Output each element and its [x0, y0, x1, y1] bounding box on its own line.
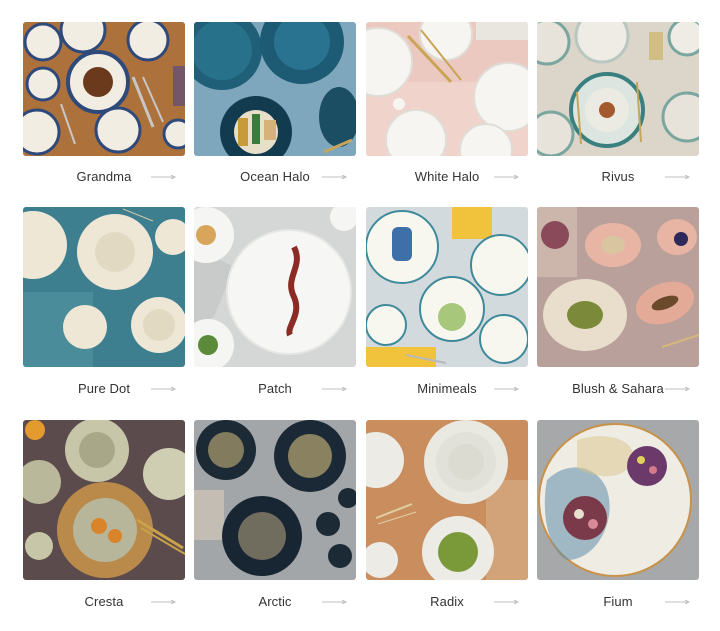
collection-card-pure-dot[interactable]: Pure Dot [23, 207, 185, 397]
collection-image-grandma[interactable] [23, 22, 185, 156]
collection-caption: Patch [194, 378, 356, 398]
collection-caption: Blush & Sahara [537, 378, 699, 398]
collection-card-rivus[interactable]: Rivus [537, 22, 699, 212]
collection-image-radix[interactable] [366, 420, 528, 580]
collection-caption: Minimeals [366, 378, 528, 398]
collection-card-cresta[interactable]: Cresta [23, 420, 185, 610]
collection-image-cresta[interactable] [23, 420, 185, 580]
collection-image-ocean-halo[interactable] [194, 22, 356, 156]
collection-caption: Rivus [537, 166, 699, 186]
arrow-right-icon [322, 600, 348, 604]
collection-image-white-halo[interactable] [366, 22, 528, 156]
collection-caption: White Halo [366, 166, 528, 186]
collection-card-arctic[interactable]: Arctic [194, 420, 356, 610]
collection-caption: Cresta [23, 591, 185, 611]
arrow-right-icon [665, 387, 691, 391]
collection-caption: Arctic [194, 591, 356, 611]
collection-caption: Ocean Halo [194, 166, 356, 186]
arrow-right-icon [494, 175, 520, 179]
collection-image-arctic[interactable] [194, 420, 356, 580]
arrow-right-icon [665, 175, 691, 179]
collection-image-minimeals[interactable] [366, 207, 528, 367]
collection-image-pure-dot[interactable] [23, 207, 185, 367]
collection-image-blush-sahara[interactable] [537, 207, 699, 367]
collection-caption: Pure Dot [23, 378, 185, 398]
collection-image-fium[interactable] [537, 420, 699, 580]
collection-card-radix[interactable]: Radix [366, 420, 528, 610]
arrow-right-icon [151, 387, 177, 391]
arrow-right-icon [322, 175, 348, 179]
arrow-right-icon [151, 600, 177, 604]
collection-grid: Grandma Ocean Halo White Halo Rivus Pure… [0, 0, 720, 631]
arrow-right-icon [151, 175, 177, 179]
collection-caption: Grandma [23, 166, 185, 186]
collection-card-patch[interactable]: Patch [194, 207, 356, 397]
arrow-right-icon [322, 387, 348, 391]
collection-card-blush-sahara[interactable]: Blush & Sahara [537, 207, 699, 397]
collection-card-white-halo[interactable]: White Halo [366, 22, 528, 212]
collection-card-fium[interactable]: Fium [537, 420, 699, 610]
collection-card-minimeals[interactable]: Minimeals [366, 207, 528, 397]
collection-card-grandma[interactable]: Grandma [23, 22, 185, 212]
collection-card-ocean-halo[interactable]: Ocean Halo [194, 22, 356, 212]
arrow-right-icon [665, 600, 691, 604]
collection-image-rivus[interactable] [537, 22, 699, 156]
collection-caption: Radix [366, 591, 528, 611]
collection-caption: Fium [537, 591, 699, 611]
arrow-right-icon [494, 387, 520, 391]
collection-image-patch[interactable] [194, 207, 356, 367]
arrow-right-icon [494, 600, 520, 604]
